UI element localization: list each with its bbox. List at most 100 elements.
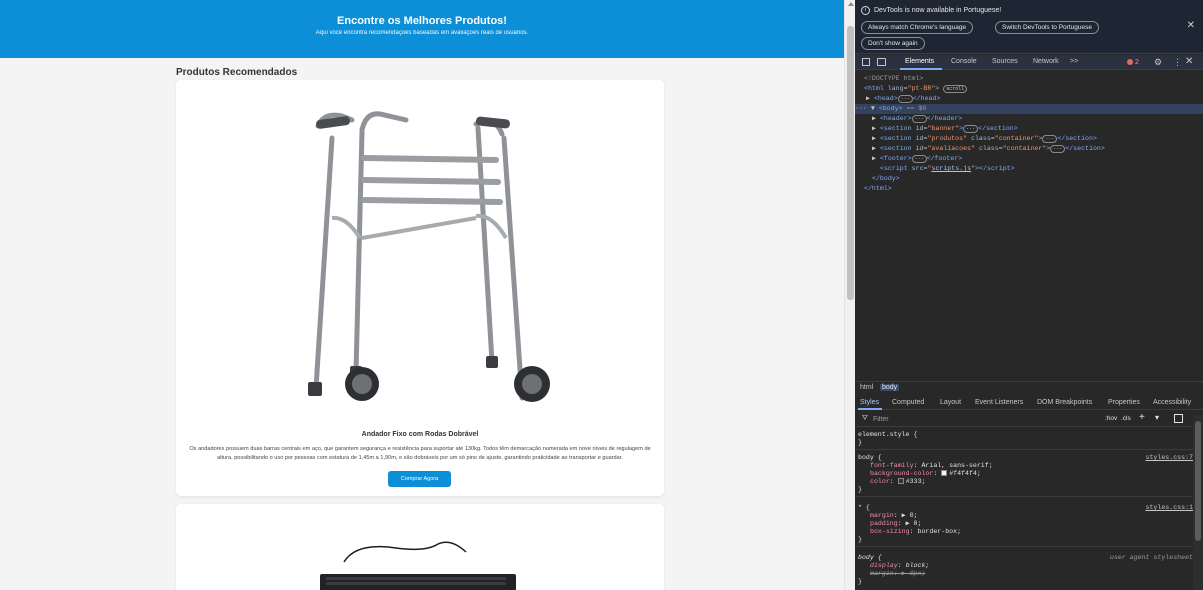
rule-close-brace: } xyxy=(858,439,862,446)
scroll-badge[interactable]: scroll xyxy=(943,85,968,93)
dom-html-close[interactable]: </html> xyxy=(864,184,892,194)
styles-filter-input[interactable] xyxy=(873,414,1073,425)
color-swatch[interactable] xyxy=(941,470,948,476)
page-scrollbar-thumb[interactable] xyxy=(847,26,854,300)
product-description: Os andadores possuem duas barras centrai… xyxy=(189,446,651,461)
color-swatch[interactable] xyxy=(897,478,904,484)
tab-accessibility[interactable]: Accessibility xyxy=(1153,399,1191,406)
ua-rule-selector[interactable]: body { xyxy=(858,554,882,561)
page-scrollbar[interactable] xyxy=(844,0,855,590)
tab-layout[interactable]: Layout xyxy=(940,399,961,406)
styles-source-link[interactable]: styles.css:7 xyxy=(1146,454,1193,462)
scroll-up-arrow-icon[interactable] xyxy=(848,2,854,6)
dom-header-node[interactable]: ▶ <header> ··· </header> xyxy=(872,114,962,124)
dont-show-again-button[interactable]: Don't show again xyxy=(861,37,925,50)
error-icon xyxy=(1127,59,1133,65)
dom-section-avaliacoes[interactable]: ▶ <section id="avaliacoes" class="contai… xyxy=(872,144,1105,154)
rendering-emulation-icon[interactable]: ▾ xyxy=(1155,413,1159,422)
css-value-overridden: ▶ 8px; xyxy=(901,570,926,577)
css-property[interactable]: box-sizing xyxy=(870,528,910,535)
body-rule-selector[interactable]: body { xyxy=(858,454,882,461)
switch-language-button[interactable]: Switch DevTools to Portuguese xyxy=(995,21,1099,34)
css-value[interactable]: #f4f4f4; xyxy=(949,470,981,477)
css-property[interactable]: background-color xyxy=(870,470,933,477)
css-property: display xyxy=(870,562,898,569)
tab-network[interactable]: Network xyxy=(1033,58,1059,65)
breadcrumb-body[interactable]: body xyxy=(880,384,900,391)
dom-footer-node[interactable]: ▶ <footer> ··· </footer> xyxy=(872,154,962,164)
dom-section-produtos[interactable]: ▶ <section id="produtos" class="containe… xyxy=(872,134,1097,144)
tab-console[interactable]: Console xyxy=(951,58,977,65)
site-subtitle: Aqui você encontra recomendações baseada… xyxy=(315,30,529,36)
tab-properties[interactable]: Properties xyxy=(1108,399,1140,406)
dom-body-node[interactable]: ··· ▼ <body> == $0 xyxy=(855,104,1203,114)
css-value[interactable]: Arial, sans-serif; xyxy=(921,462,992,469)
element-style-selector[interactable]: element.style { xyxy=(858,431,917,438)
rule-divider xyxy=(855,546,1193,547)
inspect-element-icon[interactable] xyxy=(862,58,870,66)
selected-marker: == $0 xyxy=(906,105,927,112)
dom-section-banner[interactable]: ▶ <section id="banner"> ··· </section> xyxy=(872,124,1018,134)
buy-now-button[interactable]: Comprar Agora xyxy=(388,471,451,487)
page-viewport: Encontre os Melhores Produtos! Aqui você… xyxy=(0,0,844,590)
user-agent-label: user agent stylesheet xyxy=(1109,554,1193,561)
rule-divider xyxy=(855,449,1193,450)
close-devtools-icon[interactable]: ✕ xyxy=(1185,56,1193,67)
tab-event-listeners[interactable]: Event Listeners xyxy=(975,399,1023,406)
walker-image xyxy=(308,111,550,402)
toggle-sidebar-icon[interactable] xyxy=(1174,414,1183,423)
active-tab-indicator xyxy=(900,68,942,70)
tab-dom-breakpoints[interactable]: DOM Breakpoints xyxy=(1037,399,1092,406)
device-toolbar-icon[interactable] xyxy=(877,58,886,66)
product-card: Andador Fixo com Rodas Dobrável Os andad… xyxy=(176,80,664,496)
dom-head-node[interactable]: ▶ <head> ··· </head> xyxy=(866,94,940,104)
keyboard-image xyxy=(320,541,516,590)
tab-sources[interactable]: Sources xyxy=(992,58,1018,65)
new-rule-icon[interactable]: + xyxy=(1139,412,1145,423)
script-src-link[interactable]: scripts.js xyxy=(931,165,971,172)
more-options-icon[interactable]: ⋮ xyxy=(1173,57,1182,68)
css-value[interactable]: #333; xyxy=(906,478,926,485)
dom-body-close[interactable]: </body> xyxy=(872,174,900,184)
section-title: Produtos Recomendados xyxy=(176,67,298,78)
active-subtab-indicator xyxy=(858,408,882,410)
hover-state-button[interactable]: :hov xyxy=(1105,415,1117,422)
filter-icon: ⛛ xyxy=(862,415,868,422)
more-tabs-button[interactable]: >> xyxy=(1070,58,1078,65)
close-icon[interactable]: ✕ xyxy=(1187,20,1195,31)
product-card xyxy=(176,504,664,590)
css-property[interactable]: font-family xyxy=(870,462,914,469)
styles-source-link[interactable]: styles.css:1 xyxy=(1146,504,1193,512)
dom-doctype[interactable]: <!DOCTYPE html> xyxy=(864,74,923,84)
section-class: container xyxy=(998,135,1035,142)
rule-close-brace: } xyxy=(858,486,862,493)
css-property[interactable]: margin xyxy=(870,512,894,519)
styles-scrollbar[interactable] xyxy=(1193,415,1203,590)
tab-styles[interactable]: Styles xyxy=(860,399,879,406)
dom-script-node[interactable]: <script src="scripts.js"></script> xyxy=(880,164,1015,174)
breadcrumb-html[interactable]: html xyxy=(858,384,875,391)
dom-html-node[interactable]: <html lang="pt-BR"> scroll xyxy=(864,84,968,94)
css-value[interactable]: ▶ 0; xyxy=(902,512,918,519)
styles-scrollbar-thumb[interactable] xyxy=(1195,421,1201,541)
css-property[interactable]: padding xyxy=(870,520,898,527)
css-property[interactable]: color xyxy=(870,478,890,485)
class-toggle-button[interactable]: .cls xyxy=(1121,415,1131,422)
section-class: container xyxy=(1006,145,1043,152)
site-title: Encontre os Melhores Produtos! xyxy=(337,15,507,27)
error-count: 2 xyxy=(1135,59,1139,66)
tab-computed[interactable]: Computed xyxy=(892,399,924,406)
site-header: Encontre os Melhores Produtos! Aqui você… xyxy=(0,0,844,58)
css-value[interactable]: ▶ 0; xyxy=(906,520,922,527)
breadcrumb: html body xyxy=(855,381,1203,394)
rule-close-brace: } xyxy=(858,578,862,585)
gear-icon[interactable]: ⚙ xyxy=(1154,57,1162,68)
css-property-overridden: margin xyxy=(870,570,894,577)
tab-elements[interactable]: Elements xyxy=(905,58,934,65)
match-language-button[interactable]: Always match Chrome's language xyxy=(861,21,974,34)
css-value[interactable]: border-box; xyxy=(918,528,962,535)
error-count-badge[interactable]: 2 xyxy=(1127,59,1139,66)
rule-close-brace: } xyxy=(858,536,862,543)
css-value: block; xyxy=(905,562,930,569)
universal-rule-selector[interactable]: * { xyxy=(858,504,870,511)
